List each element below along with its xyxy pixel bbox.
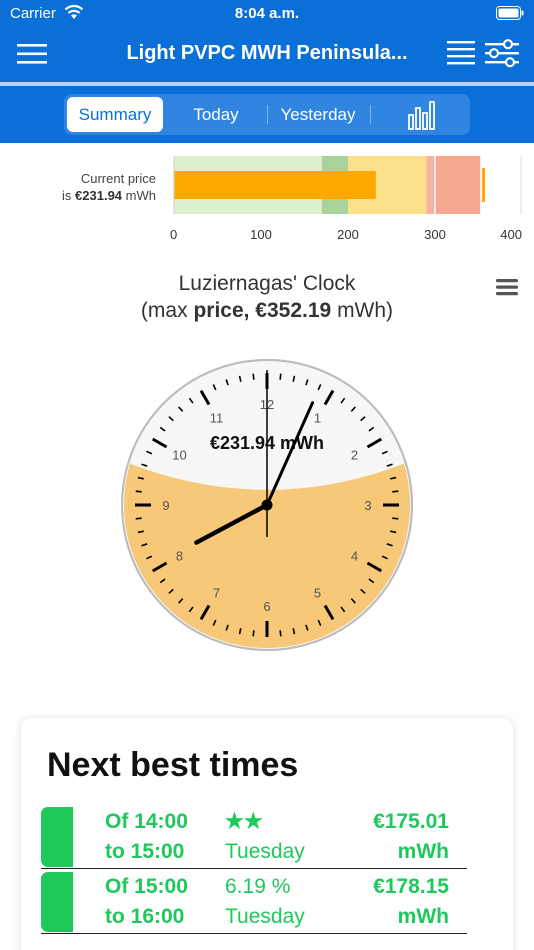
menu-icon[interactable] <box>16 42 48 66</box>
row-from: Of 15:00 <box>105 875 188 898</box>
price-tick-label: 100 <box>250 227 272 242</box>
nav-bar: Light PVPC MWH Peninsula... <box>0 28 534 82</box>
clock-minute-tick <box>135 490 142 493</box>
tab-divider <box>370 105 371 124</box>
price-tick-label: 300 <box>424 227 446 242</box>
current-price-bar <box>174 171 376 199</box>
row-to: to 16:00 <box>105 905 185 928</box>
tab-yesterday[interactable]: Yesterday <box>270 97 366 132</box>
row-rating: 6.19 % <box>225 875 291 898</box>
row-unit: mWh <box>397 840 449 863</box>
clock-hour-number: 2 <box>351 448 358 463</box>
tab-band: Summary Today Yesterday <box>0 86 534 143</box>
row-from: Of 14:00 <box>105 810 188 833</box>
row-to: to 15:00 <box>105 840 185 863</box>
price-bullet-chart: 0 100 200 300 400 <box>170 156 522 242</box>
clock-hour-number: 6 <box>263 599 270 614</box>
battery-icon <box>496 6 524 20</box>
clock-hour-number: 8 <box>176 549 183 564</box>
clock-subtitle: (max price, €352.19 mWh) <box>60 298 474 324</box>
status-bar: Carrier 8:04 a.m. <box>0 0 534 28</box>
row-accent <box>41 872 73 932</box>
price-range-band <box>426 156 435 214</box>
sliders-icon[interactable] <box>484 38 520 68</box>
best-times-card: Next best times Of 14:00 to 15:00 ★★ Tue… <box>21 718 513 950</box>
price-tick-label: 0 <box>170 227 177 242</box>
tab-today[interactable]: Today <box>168 97 264 132</box>
clock-minute-tick <box>279 373 282 380</box>
clock-hour-number: 1 <box>314 411 321 426</box>
best-time-row[interactable]: Of 15:00 to 16:00 6.19 % Tuesday €178.15… <box>41 872 467 934</box>
tab-chart[interactable] <box>394 97 448 132</box>
row-day: Tuesday <box>225 905 305 928</box>
clock-hour-number: 7 <box>213 585 220 600</box>
clock-hour-number: 10 <box>172 448 186 463</box>
price-clock: 121234567891011 €231.94 mWh <box>121 359 413 651</box>
clock-hour-number: 5 <box>314 585 321 600</box>
price-target-marker <box>481 168 485 202</box>
app-title: Light PVPC MWH Peninsula... <box>126 42 408 64</box>
status-time: 8:04 a.m. <box>234 5 300 22</box>
row-day: Tuesday <box>225 840 305 863</box>
clock-subtitle-close: mWh) <box>337 299 394 322</box>
clock-subtitle-open: (max <box>140 299 188 322</box>
row-rating: ★★ <box>225 810 263 833</box>
chart-menu-icon[interactable] <box>496 277 518 297</box>
clock-minute-tick <box>252 373 255 380</box>
best-time-row[interactable]: Of 14:00 to 15:00 ★★ Tuesday €175.01 mWh <box>41 807 467 869</box>
bar-chart-icon <box>408 101 435 130</box>
clock-hour-number: 11 <box>210 411 224 426</box>
price-tick-label: 200 <box>337 227 359 242</box>
list-icon[interactable] <box>446 38 476 68</box>
clock-minute-tick <box>135 517 142 520</box>
row-price: €178.15 <box>373 875 449 898</box>
clock-title: Luziernagas' Clock <box>178 272 356 295</box>
row-unit: mWh <box>397 905 449 928</box>
clock-minute-tick <box>279 630 282 637</box>
segmented-control: Summary Today Yesterday <box>64 94 470 135</box>
row-accent <box>41 807 73 867</box>
clock-minute-tick <box>392 490 399 493</box>
clock-hour-number: 3 <box>364 498 371 513</box>
clock-minute-tick <box>392 517 399 520</box>
tab-divider <box>267 105 268 124</box>
best-times-title: Next best times <box>47 746 299 784</box>
price-range-band <box>435 156 481 214</box>
row-price: €175.01 <box>373 810 449 833</box>
clock-hour-number: 9 <box>162 498 169 513</box>
clock-hour-number: 4 <box>351 549 358 564</box>
clock-minute-tick <box>252 630 255 637</box>
price-tick-label: 400 <box>500 227 522 242</box>
app-screen: Carrier 8:04 a.m. Light PVPC MWH Peninsu… <box>0 0 534 950</box>
clock-subtitle-bold: price, €352.19 <box>193 299 332 322</box>
tab-summary[interactable]: Summary <box>67 97 163 132</box>
